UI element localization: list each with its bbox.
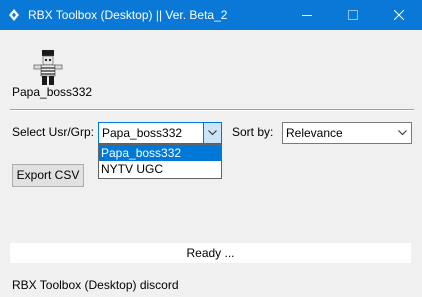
minimize-icon xyxy=(302,10,312,20)
select-user-group-label: Select Usr/Grp: xyxy=(12,125,95,139)
divider xyxy=(10,109,414,111)
user-group-select-value: Papa_boss332 xyxy=(102,126,183,140)
dropdown-option[interactable]: NYTV UGC xyxy=(99,161,221,177)
app-icon xyxy=(6,7,22,23)
avatar[interactable] xyxy=(30,48,66,88)
discord-link[interactable]: RBX Toolbox (Desktop) discord xyxy=(12,278,179,292)
maximize-button[interactable] xyxy=(330,0,376,30)
close-icon xyxy=(394,10,404,20)
window-title: RBX Toolbox (Desktop) || Ver. Beta_2 xyxy=(28,8,228,22)
dropdown-option[interactable]: Papa_boss332 xyxy=(99,145,221,161)
status-bar: Ready ... xyxy=(10,243,411,263)
profile-username: Papa_boss332 xyxy=(12,85,93,99)
export-csv-button[interactable]: Export CSV xyxy=(12,164,84,187)
sort-by-label: Sort by: xyxy=(232,125,274,139)
sort-by-select-value: Relevance xyxy=(286,126,343,140)
chevron-down-icon[interactable] xyxy=(203,123,221,143)
minimize-button[interactable] xyxy=(284,0,330,30)
user-group-dropdown-list: Papa_boss332 NYTV UGC xyxy=(98,144,222,179)
window-body: Papa_boss332 Select Usr/Grp: Papa_boss33… xyxy=(0,30,422,297)
close-button[interactable] xyxy=(376,0,422,30)
sort-by-select[interactable]: Relevance xyxy=(282,122,412,144)
chevron-down-icon[interactable] xyxy=(393,123,411,143)
title-bar[interactable]: RBX Toolbox (Desktop) || Ver. Beta_2 xyxy=(0,0,422,30)
user-group-select[interactable]: Papa_boss332 xyxy=(98,122,222,144)
maximize-icon xyxy=(348,10,358,20)
